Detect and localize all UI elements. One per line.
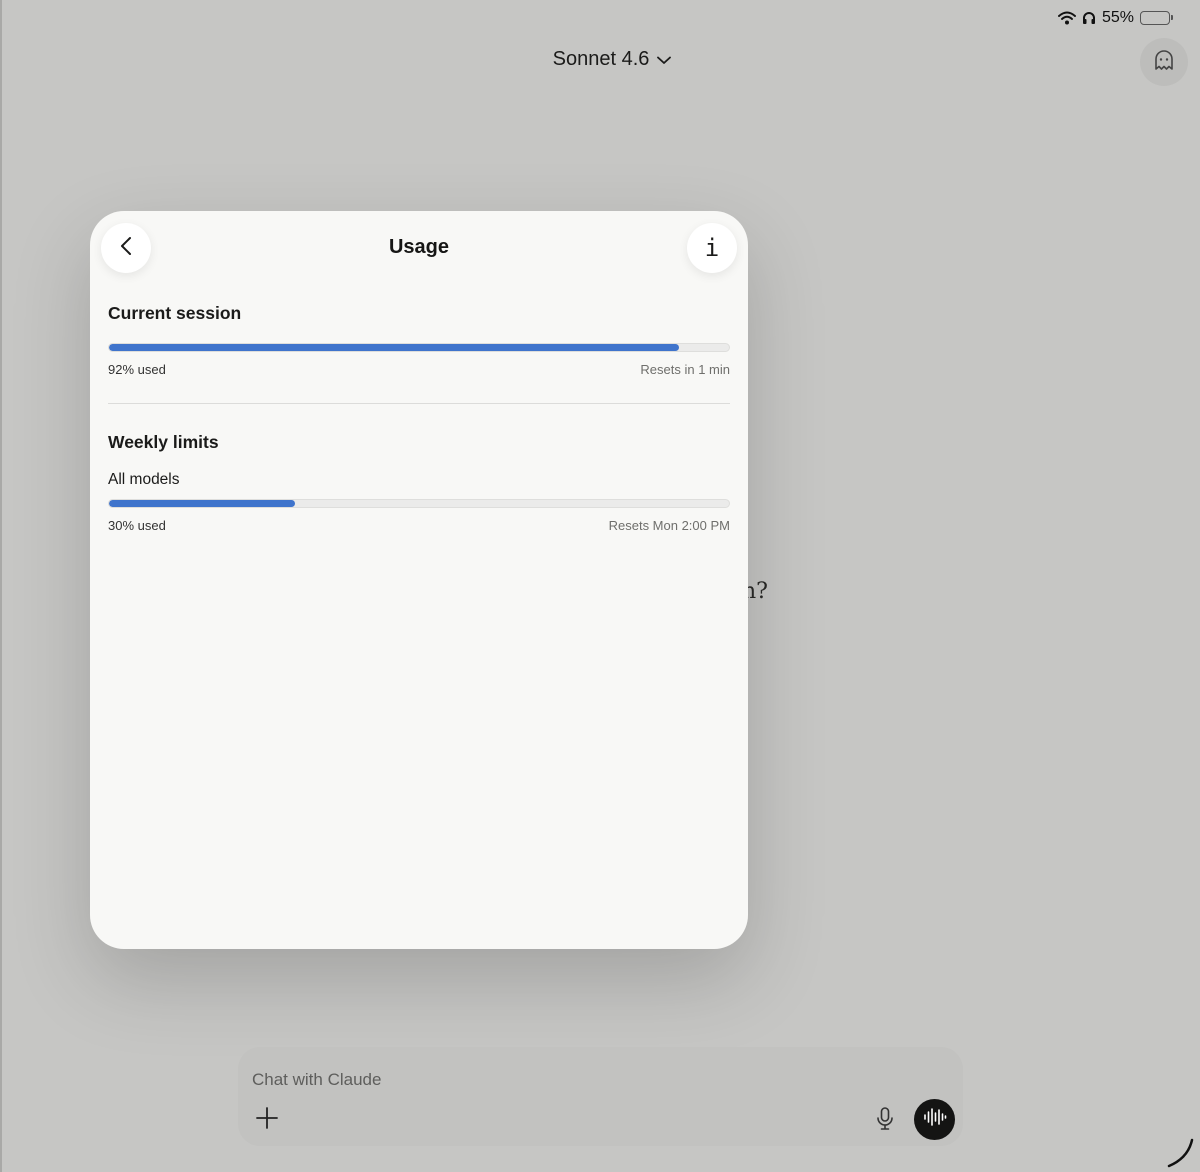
chat-input[interactable]: Chat with Claude [252, 1070, 381, 1090]
all-models-used-label: 30% used [108, 518, 166, 533]
current-session-title: Current session [108, 303, 242, 323]
current-session-meta: 92% used Resets in 1 min [108, 362, 730, 377]
status-bar: 55% [1057, 8, 1173, 28]
all-models-progress-bar [108, 499, 730, 508]
chat-input-box: Chat with Claude [238, 1047, 963, 1146]
info-icon: i [704, 234, 720, 262]
all-models-reset-label: Resets Mon 2:00 PM [608, 518, 730, 533]
wifi-icon [1057, 11, 1076, 25]
info-button[interactable]: i [687, 223, 737, 273]
section-divider [108, 403, 730, 404]
headphones-icon [1082, 11, 1096, 25]
ghost-icon [1153, 49, 1175, 76]
add-attachment-button[interactable] [254, 1106, 280, 1134]
current-session-progress-bar [108, 343, 730, 352]
weekly-limits-section: Weekly limits All models 30% used Resets… [108, 432, 730, 533]
battery-percent: 55% [1101, 9, 1134, 26]
usage-modal: Usage i Current session 92% used Resets … [90, 211, 748, 949]
voice-waveform-icon [923, 1107, 947, 1132]
model-selector-wrapper: Sonnet 4.6 [0, 48, 1200, 71]
window-edge [0, 0, 2, 1172]
model-selector[interactable]: Sonnet 4.6 [553, 48, 672, 71]
chevron-down-icon [657, 48, 672, 71]
battery-icon [1140, 11, 1173, 25]
microphone-icon [876, 1106, 894, 1136]
incognito-button[interactable] [1140, 38, 1188, 86]
all-models-label: All models [108, 471, 180, 488]
all-models-progress-fill [109, 500, 295, 507]
plus-icon [256, 1106, 278, 1134]
model-name: Sonnet 4.6 [552, 48, 650, 70]
weekly-limits-title: Weekly limits [108, 432, 219, 452]
corner-scroll-indicator [1167, 1138, 1194, 1168]
dictation-button[interactable] [872, 1106, 898, 1136]
voice-mode-button[interactable] [914, 1099, 955, 1140]
current-session-reset-label: Resets in 1 min [640, 362, 730, 377]
current-session-progress-fill [109, 344, 680, 351]
current-session-section: Current session 92% used Resets in 1 min [108, 303, 730, 377]
modal-title: Usage [388, 236, 450, 258]
all-models-meta: 30% used Resets Mon 2:00 PM [108, 518, 730, 533]
current-session-used-label: 92% used [108, 362, 166, 377]
